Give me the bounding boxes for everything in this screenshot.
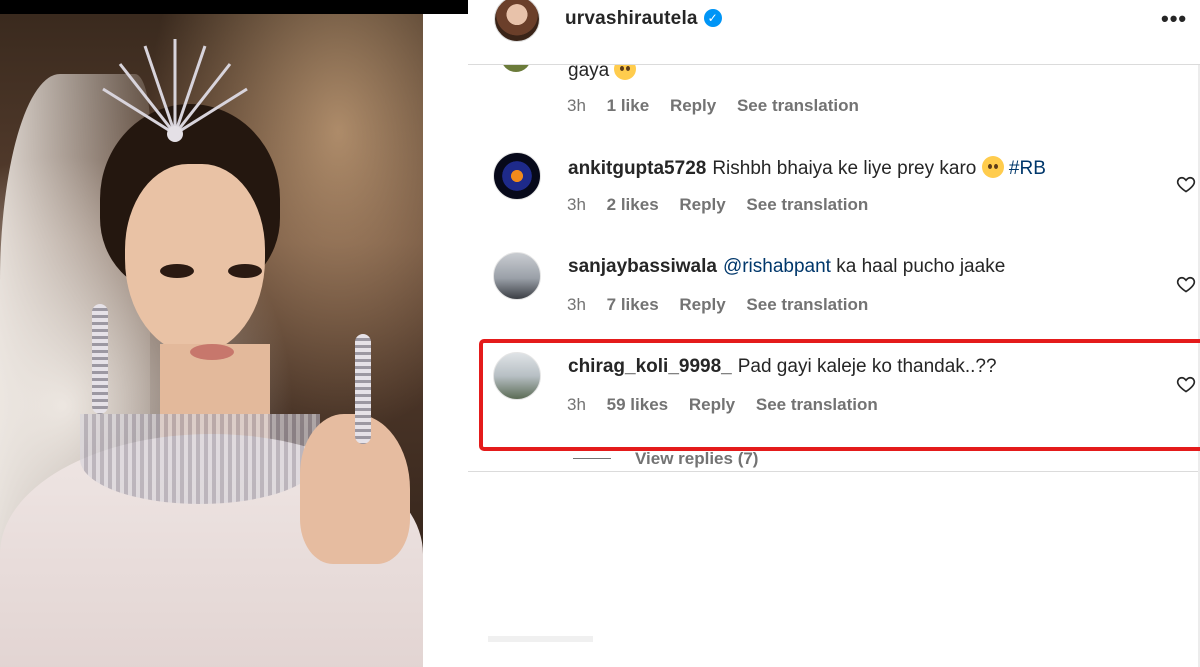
avatar[interactable] (493, 352, 541, 400)
mention-link[interactable]: @rishabpant (723, 256, 831, 277)
comment-meta: 3h 2 likes Reply See translation (567, 195, 884, 215)
comment-time[interactable]: 3h (567, 295, 586, 314)
comment-item-highlighted: chirag_koli_9998_ Pad gayi kaleje ko than… (468, 352, 1200, 452)
post-image (0, 0, 468, 667)
hashtag-link[interactable]: #RB (1009, 158, 1046, 179)
view-replies-label[interactable]: View replies (7) (635, 449, 758, 468)
comment-body: ka haal pucho jaake (830, 256, 1006, 277)
more-options-icon[interactable]: ••• (1161, 6, 1187, 32)
like-heart-icon[interactable] (1176, 274, 1196, 294)
panel-separator (468, 471, 1200, 472)
comment-body: Rishbh bhaiya ke liye prey karo (712, 158, 982, 179)
reply-button[interactable]: Reply (679, 295, 725, 314)
comment-text: sanjaybassiwala @rishabpant ka haal pucho… (568, 256, 1005, 278)
comment-username[interactable]: ankitgupta5728 (568, 158, 706, 179)
comment-meta: 3h 59 likes Reply See translation (567, 395, 894, 415)
comment-time[interactable]: 3h (567, 96, 586, 115)
pleading-face-emoji-icon (981, 156, 1004, 178)
right-eye (228, 264, 262, 278)
comment-likes[interactable]: 1 like (607, 96, 650, 115)
earring-left (92, 304, 108, 414)
left-eye (160, 264, 194, 278)
comment-meta: 3h 7 likes Reply See translation (567, 295, 884, 315)
lips (190, 344, 234, 360)
bottom-placeholder (488, 636, 593, 642)
comment-text: chirag_koli_9998_ Pad gayi kaleje ko than… (568, 356, 997, 378)
image-top-bar (0, 0, 468, 14)
comment-text: ankitgupta5728 Rishbh bhaiya ke liye prey… (568, 156, 1046, 180)
face (125, 164, 265, 354)
comment-likes[interactable]: 7 likes (607, 295, 659, 314)
comment-username[interactable]: chirag_koli_9998_ (568, 356, 732, 377)
bride-photo (0, 14, 423, 667)
see-translation-button[interactable]: See translation (746, 295, 868, 314)
reply-button[interactable]: Reply (679, 195, 725, 214)
necklace (80, 414, 320, 504)
image-right-margin (423, 14, 468, 667)
comment-meta: 3h 1 like Reply See translation (567, 96, 875, 116)
comment-time[interactable]: 3h (567, 395, 586, 414)
crown-icon (102, 39, 248, 142)
comment-likes[interactable]: 2 likes (607, 195, 659, 214)
reply-button[interactable]: Reply (670, 96, 716, 115)
avatar[interactable] (493, 252, 541, 300)
author-name[interactable]: urvashirautela (565, 8, 698, 29)
comments-panel: gaya 3h 1 like Reply See translation urv… (468, 0, 1200, 667)
see-translation-button[interactable]: See translation (737, 96, 859, 115)
like-heart-icon[interactable] (1176, 174, 1196, 194)
comment-time[interactable]: 3h (567, 195, 586, 214)
bracelet (355, 334, 371, 444)
author-username[interactable]: urvashirautela ✓ (565, 8, 722, 30)
see-translation-button[interactable]: See translation (756, 395, 878, 414)
comment-likes[interactable]: 59 likes (607, 395, 668, 414)
replies-divider-line (573, 458, 611, 459)
author-avatar[interactable] (494, 0, 540, 42)
like-heart-icon[interactable] (1176, 374, 1196, 394)
avatar[interactable] (493, 152, 541, 200)
reply-button[interactable]: Reply (689, 395, 735, 414)
comment-item: ankitgupta5728 Rishbh bhaiya ke liye prey… (468, 152, 1200, 252)
comment-body: Pad gayi kaleje ko thandak..?? (737, 356, 997, 377)
view-replies-button[interactable]: View replies (7) (573, 449, 758, 469)
see-translation-button[interactable]: See translation (746, 195, 868, 214)
post-header: urvashirautela ✓ ••• (468, 0, 1200, 65)
verified-badge-icon: ✓ (703, 9, 722, 27)
comment-username[interactable]: sanjaybassiwala (568, 256, 717, 277)
comment-item: sanjaybassiwala @rishabpant ka haal pucho… (468, 252, 1200, 352)
